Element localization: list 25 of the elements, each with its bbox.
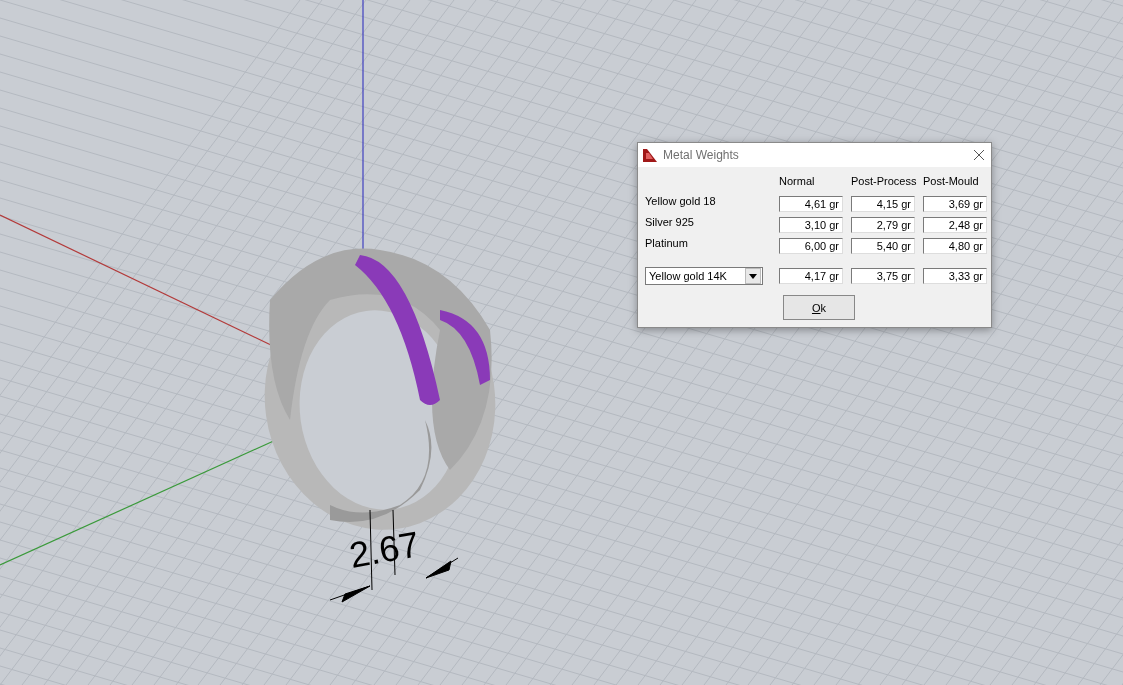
dimension-label: 2.67 bbox=[346, 523, 423, 576]
column-header: Post-Process bbox=[851, 175, 915, 189]
window-title: Metal Weights bbox=[663, 148, 740, 162]
alloy-dropdown[interactable]: Yellow gold 14K bbox=[645, 267, 763, 285]
metal-label: Yellow gold 18 bbox=[645, 195, 717, 207]
weight-field[interactable]: 4,80 gr bbox=[923, 238, 987, 254]
weight-field[interactable]: 4,15 gr bbox=[851, 196, 915, 212]
weight-field[interactable]: 5,40 gr bbox=[851, 238, 915, 254]
close-icon[interactable] bbox=[973, 149, 985, 161]
weight-field[interactable]: 2,79 gr bbox=[851, 217, 915, 233]
metal-label: Platinum bbox=[645, 237, 689, 249]
metal-label: Silver 925 bbox=[645, 216, 695, 228]
weight-field[interactable]: 4,17 gr bbox=[779, 268, 843, 284]
weight-field[interactable]: 4,61 gr bbox=[779, 196, 843, 212]
app-logo-icon bbox=[643, 148, 657, 162]
dimension-arrow bbox=[425, 557, 459, 579]
weight-field[interactable]: 6,00 gr bbox=[779, 238, 843, 254]
weight-field[interactable]: 2,48 gr bbox=[923, 217, 987, 233]
weight-field[interactable]: 3,33 gr bbox=[923, 268, 987, 284]
weight-field[interactable]: 3,69 gr bbox=[923, 196, 987, 212]
column-header: Post-Mould bbox=[923, 175, 980, 189]
ok-button[interactable]: Ok bbox=[783, 295, 855, 320]
weight-field[interactable]: 3,10 gr bbox=[779, 217, 843, 233]
weight-field[interactable]: 3,75 gr bbox=[851, 268, 915, 284]
column-header: Normal bbox=[779, 175, 816, 189]
